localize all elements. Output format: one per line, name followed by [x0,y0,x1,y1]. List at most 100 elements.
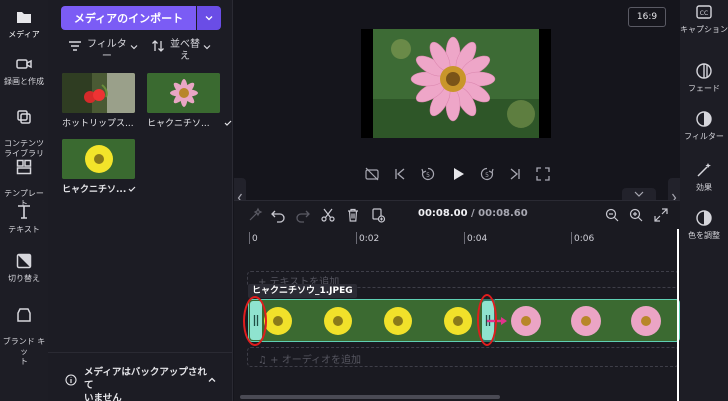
text-icon [18,205,30,219]
rrail-item-label: フィルター [684,132,724,141]
rrail-item-label: フェード [688,84,720,93]
rail-item-templates[interactable]: テンプレー ト [0,148,48,209]
filter-button[interactable]: フィルタ ー [68,39,138,63]
trash-icon[interactable] [345,207,361,223]
fade-icon [696,63,712,79]
playhead[interactable] [677,229,679,401]
media-thumbnail-zinnia-yellow[interactable] [62,139,135,179]
rail-item-transitions[interactable]: 切り替え [0,252,48,284]
camera-icon [16,59,32,69]
fit-to-screen-icon[interactable] [653,207,669,223]
scissors-icon[interactable] [320,207,336,223]
import-media-label: メディアのインポート [73,12,184,25]
zoom-out-icon[interactable] [604,207,620,223]
effects-icon [697,163,711,177]
screenshot-off-icon[interactable] [364,166,380,182]
rail-item-label: 切り替え [8,274,40,283]
magic-wand-icon[interactable] [247,207,263,223]
ruler-label: 0 [252,234,258,244]
zoom-in-icon[interactable] [628,207,644,223]
undo-icon[interactable] [270,207,286,223]
svg-text:5: 5 [426,172,430,179]
clip-filename-label: ヒャクニチソウ_1.JPEG [248,284,357,298]
library-icon [17,110,31,124]
add-audio-track-label: ♫ + オーディオを追加 [258,355,362,366]
rail-item-text[interactable]: テキスト [0,203,48,235]
rail-item-label: メディア [8,30,40,39]
chevron-down-icon [634,191,644,197]
rail-item-label: ブランド キッ ト [2,337,46,366]
check-icon [224,120,232,126]
rrail-item-label: キャプション [680,25,728,34]
svg-text:CC: CC [700,10,708,17]
filter-label: フィルタ ー [87,39,127,62]
ruler-tick [249,232,250,244]
rewind-5s-icon[interactable]: 5 [420,166,436,182]
highlight-circle-right [477,294,497,346]
transition-icon [16,253,32,269]
filter-icon [696,111,712,127]
media-item-label: ヒャクニチソ... [147,119,210,129]
rail-item-media[interactable]: メディア [0,8,48,40]
time-separator: / [467,208,479,219]
forward-5s-icon[interactable]: 5 [479,166,495,182]
sort-label: 並べ替 え [170,39,200,62]
pink-zinnia-image [147,73,220,113]
sort-arrows-icon [152,40,164,52]
hot-lips-image [62,73,135,113]
clip-filmstrip [248,299,680,342]
rrail-item-label: 効果 [696,183,712,192]
rrail-item-captions[interactable]: CC キャプション [680,3,728,35]
video-preview [361,29,551,138]
import-media-button[interactable]: メディアのインポート [61,6,196,30]
folder-icon [17,12,31,23]
sort-button[interactable]: 並べ替 え [151,39,211,63]
skip-to-start-icon[interactable] [392,166,408,182]
rail-item-brand-kit[interactable]: ブランド キッ ト [0,296,48,367]
rrail-item-label: 色を調整 [688,231,720,240]
rrail-item-effects[interactable]: 効果 [680,161,728,193]
media-thumbnail-hot-lips[interactable] [62,73,135,113]
ruler-label: 0:04 [467,234,488,244]
aspect-ratio-button[interactable]: 16:9 [628,7,666,27]
ruler-label: 0:06 [574,234,595,244]
rail-item-label: 録画と作成 [4,77,44,86]
right-rail: CC キャプション フェード フィルター 効果 色を調整 [680,0,728,401]
chevron-up-icon[interactable] [207,375,217,385]
info-icon [65,374,77,386]
filter-lines-icon [69,41,81,51]
redo-icon[interactable] [295,207,311,223]
ruler-label: 0:02 [359,234,380,244]
aspect-ratio-label: 16:9 [636,12,658,22]
timeline-scrollbar[interactable] [240,395,500,399]
rrail-item-color-adjust[interactable]: 色を調整 [680,209,728,241]
chevron-down-icon [205,16,213,21]
duplicate-icon[interactable] [370,207,386,223]
captions-icon: CC [696,5,712,19]
rrail-item-fade[interactable]: フェード [680,62,728,94]
media-thumbnail-zinnia-pink[interactable] [147,73,220,113]
yellow-zinnia-image [62,139,135,179]
media-item-label: ヒャクニチソ... [62,185,127,195]
collapse-timeline-button[interactable] [622,188,656,200]
highlight-circle-left [243,296,267,346]
import-options-button[interactable] [197,6,221,30]
media-panel: メディアのインポート フィルタ ー 並べ替 え ホットリップス... ヒャクニチ… [48,0,233,401]
brand-kit-icon [17,308,31,322]
rail-item-label: テキスト [8,225,40,234]
rail-item-record[interactable]: 録画と作成 [0,55,48,87]
total-time: 00:08.60 [478,208,528,219]
current-time: 00:08.00 [418,208,468,219]
template-icon [16,159,32,175]
color-adjust-icon [696,210,712,226]
svg-text:5: 5 [485,172,489,179]
ruler-tick [571,232,572,244]
rrail-item-filters[interactable]: フィルター [680,110,728,142]
fullscreen-icon[interactable] [535,166,551,182]
ruler-tick [464,232,465,244]
chevron-down-icon [203,45,211,50]
video-clip[interactable] [248,299,680,342]
skip-to-end-icon[interactable] [507,166,523,182]
play-icon[interactable] [450,166,466,182]
check-icon [128,186,136,192]
